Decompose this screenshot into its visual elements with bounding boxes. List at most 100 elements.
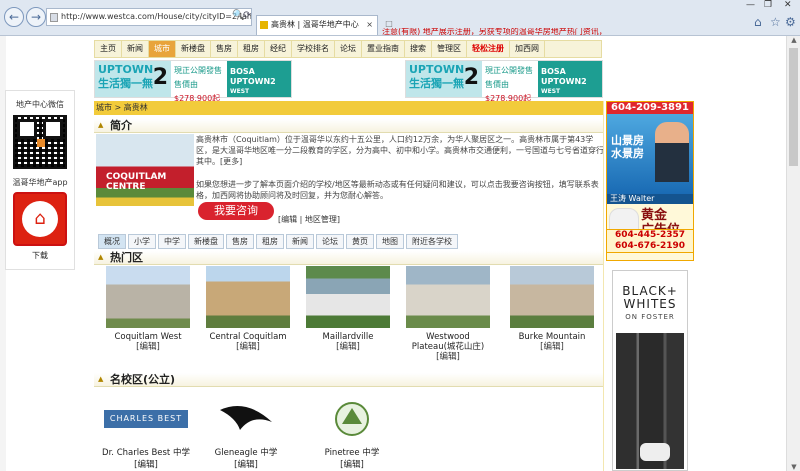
school-edit[interactable]: [编辑] <box>200 458 292 470</box>
app-download-icon[interactable]: ⌂ <box>13 192 67 246</box>
edit-links[interactable]: [编辑 | 地区管理] <box>278 214 340 225</box>
school-item[interactable]: Pinetree 中学 [编辑] <box>306 400 398 470</box>
minimize-icon[interactable]: — <box>746 0 755 10</box>
sub-tab[interactable]: 租房 <box>256 234 284 249</box>
breadcrumb-city[interactable]: 城市 <box>96 103 112 112</box>
settings-gear-icon[interactable]: ⚙ <box>785 15 796 29</box>
banner-price-block: 現正公開發售 售價由$278,900起 <box>171 61 227 103</box>
ad-phone3: 604-676-2190 <box>614 241 686 251</box>
banner-pub1: 現正公開發售 <box>174 66 222 75</box>
banner-pub2: 售價由 <box>174 80 198 89</box>
hot-area-item[interactable]: Westwood Plateau(城花山庄) [编辑] <box>406 266 490 362</box>
favorites-star-icon[interactable]: ☆ <box>770 15 781 29</box>
banner-pub1: 現正公開發售 <box>485 66 533 75</box>
nav-item[interactable]: 管理区 <box>432 41 467 57</box>
banner-ad-right[interactable]: UPTOWN 生活獨一無 2 現正公開發售 售價由$278,900起 BOSA … <box>405 60 603 105</box>
nav-item[interactable]: 租房 <box>238 41 265 57</box>
hot-heading: 热门区 <box>110 251 143 264</box>
hot-header: ▲ 热门区 <box>94 251 604 265</box>
school-item[interactable]: CHARLES BEST Dr. Charles Best 中学 [编辑] <box>100 400 192 470</box>
schools-header: ▲ 名校区(公立) <box>94 373 604 387</box>
hot-area-photo[interactable] <box>106 266 190 328</box>
sub-tab[interactable]: 附近各学校 <box>406 234 458 249</box>
edit-manage-link[interactable]: [编辑 | 地区管理] <box>278 215 340 224</box>
school-name[interactable]: Dr. Charles Best 中学 <box>100 446 192 458</box>
hot-area-edit[interactable]: [编辑] <box>206 342 290 352</box>
hot-area-edit[interactable]: [编辑] <box>406 352 490 362</box>
ad-line1: 山景房 <box>611 134 644 147</box>
sub-tab[interactable]: 黄页 <box>346 234 374 249</box>
hot-area-name[interactable]: Maillardville <box>306 332 390 342</box>
nav-item[interactable]: 经纪 <box>265 41 292 57</box>
school-edit[interactable]: [编辑] <box>306 458 398 470</box>
scroll-up-icon[interactable]: ▲ <box>787 36 800 44</box>
app-label: 温哥华地产app <box>12 178 68 187</box>
nav-item[interactable]: 学校排名 <box>292 41 335 57</box>
hot-area-name[interactable]: Westwood Plateau(城花山庄) <box>406 332 490 352</box>
marquee-notice[interactable]: 注意(有限) 地产展示注册，另获专项的温哥华房地产热门资讯，注册即送 <box>382 28 604 36</box>
tab-title: 高贵林 | 温哥华地产中心 <box>271 20 359 29</box>
ask-consult-button[interactable]: 我要咨询 <box>198 202 274 220</box>
back-button[interactable]: ← <box>4 7 24 27</box>
hot-area-edit[interactable]: [编辑] <box>306 342 390 352</box>
school-name[interactable]: Gleneagle 中学 <box>200 446 292 458</box>
hot-area-edit[interactable]: [编辑] <box>510 342 594 352</box>
scroll-down-icon[interactable]: ▼ <box>787 463 800 471</box>
school-logo[interactable] <box>306 400 398 438</box>
hot-area-photo[interactable] <box>206 266 290 328</box>
hot-area-item[interactable]: Burke Mountain [编辑] <box>510 266 594 352</box>
sub-tab[interactable]: 地图 <box>376 234 404 249</box>
sub-tab[interactable]: 概况 <box>98 234 126 249</box>
gold-line1: 黄金 <box>641 208 668 223</box>
sub-tab[interactable]: 中学 <box>158 234 186 249</box>
sub-tab[interactable]: 新闻 <box>286 234 314 249</box>
nav-item[interactable]: 论坛 <box>335 41 362 57</box>
hot-area-item[interactable]: Central Coquitlam [编辑] <box>206 266 290 352</box>
hot-area-photo[interactable] <box>406 266 490 328</box>
agent-phone: 604-209-3891 <box>607 102 693 114</box>
nav-item[interactable]: 搜索 <box>405 41 432 57</box>
download-link[interactable]: 下载 <box>6 250 74 261</box>
hot-area-item[interactable]: Coquitlam West [编辑] <box>106 266 190 352</box>
school-edit[interactable]: [编辑] <box>100 458 192 470</box>
sub-tab[interactable]: 小学 <box>128 234 156 249</box>
ad-phones[interactable]: 604-445-2357 604-676-2190 <box>606 229 694 253</box>
hot-areas-list: Coquitlam West [编辑] Central Coquitlam [编辑] M… <box>96 266 604 371</box>
nav-item[interactable]: 轻松注册 <box>467 41 510 57</box>
hot-area-edit[interactable]: [编辑] <box>106 342 190 352</box>
school-logo[interactable] <box>200 400 292 438</box>
hot-area-item[interactable]: Maillardville [编辑] <box>306 266 390 352</box>
sub-tab[interactable]: 售房 <box>226 234 254 249</box>
hot-area-photo[interactable] <box>510 266 594 328</box>
school-name[interactable]: Pinetree 中学 <box>306 446 398 458</box>
address-bar[interactable]: http://www.westca.com/House/city/cityID=… <box>46 8 252 26</box>
window-close-icon[interactable]: ✕ <box>784 0 792 10</box>
home-icon[interactable]: ⌂ <box>754 15 762 29</box>
school-item[interactable]: Gleneagle 中学 [编辑] <box>200 400 292 470</box>
hot-area-photo[interactable] <box>306 266 390 328</box>
refresh-icon[interactable]: ⟳ <box>243 10 251 21</box>
vertical-scrollbar[interactable]: ▲ ▼ <box>786 36 800 471</box>
nav-item[interactable]: 城市 <box>149 41 176 57</box>
tab-active[interactable]: 高贵林 | 温哥华地产中心 × <box>256 15 378 35</box>
sub-tab[interactable]: 论坛 <box>316 234 344 249</box>
nav-item[interactable]: 主页 <box>95 41 122 57</box>
sub-tab[interactable]: 新楼盘 <box>188 234 224 249</box>
nav-item[interactable]: 售房 <box>211 41 238 57</box>
tab-close-icon[interactable]: × <box>366 16 373 34</box>
scroll-thumb[interactable] <box>789 48 798 166</box>
hot-area-name[interactable]: Coquitlam West <box>106 332 190 342</box>
forward-button[interactable]: → <box>26 7 46 27</box>
nav-item[interactable]: 新闻 <box>122 41 149 57</box>
breadcrumb-current: 高贵林 <box>123 103 148 112</box>
school-logo[interactable]: CHARLES BEST <box>100 400 192 438</box>
nav-item[interactable]: 新楼盘 <box>176 41 211 57</box>
hot-area-name[interactable]: Central Coquitlam <box>206 332 290 342</box>
banner-price-block: 現正公開發售 售價由$278,900起 <box>482 61 538 103</box>
black-whites-ad[interactable]: BLACK+ WHITES ON FOSTER <box>612 270 688 471</box>
banner-ad-left[interactable]: UPTOWN 生活獨一無 2 現正公開發售 售價由$278,900起 BOSA … <box>94 60 292 105</box>
nav-item[interactable]: 置业指南 <box>362 41 405 57</box>
maximize-icon[interactable]: ❐ <box>764 0 772 10</box>
nav-item[interactable]: 加西网 <box>510 41 545 57</box>
hot-area-name[interactable]: Burke Mountain <box>510 332 594 342</box>
